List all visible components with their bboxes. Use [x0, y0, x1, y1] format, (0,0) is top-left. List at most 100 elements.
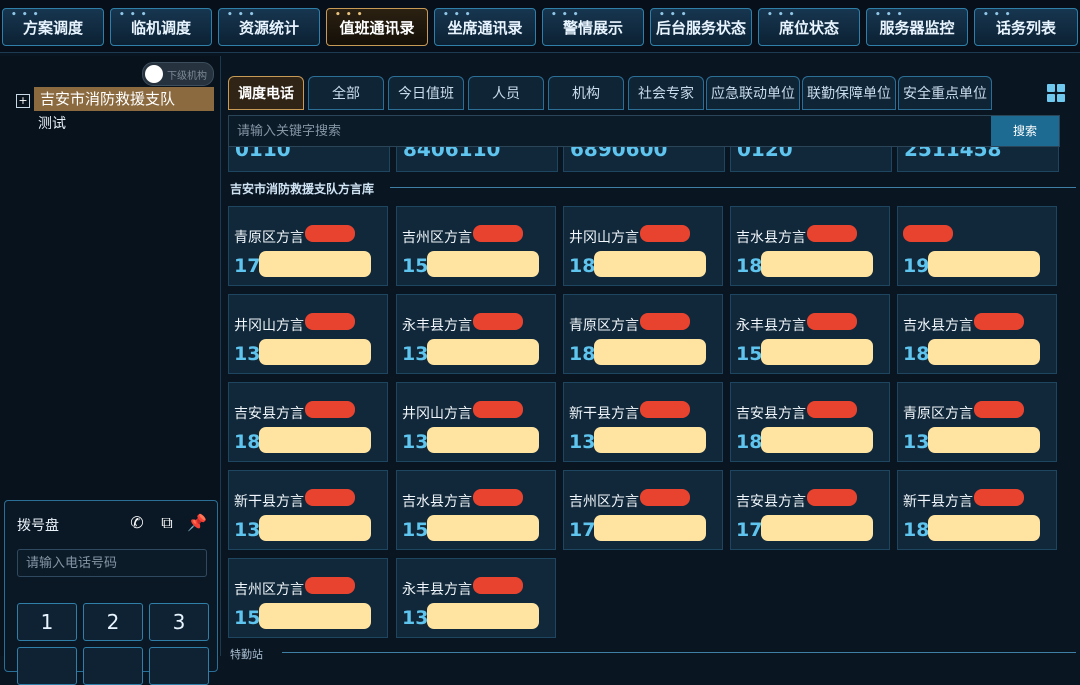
search-bar: 搜索 [228, 115, 1060, 147]
contact-card[interactable]: 吉安县方言 18 [228, 382, 388, 462]
nav-tab-ad-hoc-dispatch[interactable]: • • • 临机调度 [110, 8, 212, 46]
subtab-today-duty[interactable]: 今日值班 [388, 76, 464, 110]
subtab-experts[interactable]: 社会专家 [628, 76, 704, 110]
contact-card[interactable]: 新干县方言 137 [228, 470, 388, 550]
phone-redaction-mark [427, 603, 539, 629]
dialpad-title: 拨号盘 [17, 518, 59, 534]
key-3[interactable]: 3 [149, 603, 209, 641]
transfer-icon[interactable]: ⧉ [157, 513, 177, 533]
contact-card[interactable]: 吉安县方言 177 [730, 470, 890, 550]
key-2[interactable]: 2 [83, 603, 143, 641]
contact-card[interactable]: 新干县方言 181 [897, 470, 1057, 550]
redaction-mark [473, 577, 523, 594]
contact-card-partial[interactable]: 0110 [228, 147, 390, 172]
redaction-mark [473, 313, 523, 330]
nav-tab-duty-directory[interactable]: • • • 值班通讯录 [326, 8, 428, 46]
pin-icon[interactable]: 📌 [187, 513, 207, 533]
contact-card[interactable]: 吉州区方言 15 [228, 558, 388, 638]
phone-redaction-mark [427, 515, 539, 541]
contact-card[interactable]: 永丰县方言 13 [396, 294, 556, 374]
redaction-mark [807, 489, 857, 506]
tree-node-child[interactable]: 测试 [38, 113, 66, 133]
top-nav: • • • 方案调度 • • • 临机调度 • • • 资源统计 • • • 值班通讯录… [0, 0, 1080, 53]
contact-phone: 17 [234, 255, 261, 277]
subtab-dispatch-phone[interactable]: 调度电话 [228, 76, 304, 110]
redaction-mark [974, 313, 1024, 330]
phone-redaction-mark [427, 339, 539, 365]
contact-card-partial[interactable]: 8406110 [396, 147, 558, 172]
key-row2-1[interactable] [17, 647, 77, 685]
contact-name: 吉安县方言 [736, 494, 806, 510]
grid-view-icon[interactable] [1047, 84, 1065, 102]
call-icon[interactable]: ✆ [127, 513, 147, 533]
phone-redaction-mark [594, 339, 706, 365]
contact-name: 吉州区方言 [569, 494, 639, 510]
contact-card[interactable]: 吉安县方言 184 [730, 382, 890, 462]
contact-card[interactable]: 井冈山方言 13 [396, 382, 556, 462]
contact-card[interactable]: 井冈山方言 13 [228, 294, 388, 374]
nav-tab-plan-dispatch[interactable]: • • • 方案调度 [2, 8, 104, 46]
subtab-all[interactable]: 全部 [308, 76, 384, 110]
redaction-mark [305, 489, 355, 506]
phone-redaction-mark [259, 339, 371, 365]
sub-org-toggle[interactable]: 下级机构 [142, 62, 214, 86]
nav-tab-call-list[interactable]: • • • 话务列表 [974, 8, 1078, 46]
contact-name: 青原区方言 [234, 230, 304, 246]
redaction-mark [305, 577, 355, 594]
phone-redaction-mark [427, 251, 539, 277]
phone-redaction-mark [594, 251, 706, 277]
next-section-title: 特勤站 [230, 648, 263, 661]
contact-card-partial[interactable]: 0120 [730, 147, 892, 172]
contact-card[interactable]: 吉水县方言 150 [396, 470, 556, 550]
phone-redaction-mark [761, 339, 873, 365]
subtab-key-safety-units[interactable]: 安全重点单位 [898, 76, 992, 110]
contact-name: 井冈山方言 [402, 406, 472, 422]
subtab-support-units[interactable]: 联勤保障单位 [802, 76, 896, 110]
expand-icon[interactable]: + [16, 94, 30, 108]
contact-card[interactable]: 青原区方言 133 [897, 382, 1057, 462]
redaction-mark [807, 313, 857, 330]
phone-number-input[interactable] [17, 549, 207, 577]
contact-card[interactable]: 井冈山方言 188 [563, 206, 723, 286]
section-divider [390, 187, 1076, 188]
contact-card[interactable]: 吉州区方言 157 [396, 206, 556, 286]
nav-tab-seat-status[interactable]: • • • 席位状态 [758, 8, 860, 46]
contact-name: 永丰县方言 [402, 582, 472, 598]
contact-card[interactable]: 新干县方言 136 [563, 382, 723, 462]
redaction-mark [305, 313, 355, 330]
tree-node-root[interactable]: 吉安市消防救援支队 [34, 87, 214, 111]
search-input[interactable] [229, 116, 1007, 146]
contact-card-partial[interactable]: 2511458 [897, 147, 1059, 172]
redaction-mark [473, 489, 523, 506]
phone-redaction-mark [761, 427, 873, 453]
nav-tab-backend-status[interactable]: • • • 后台服务状态 [650, 8, 752, 46]
contact-card[interactable]: 永丰县方言 151 [730, 294, 890, 374]
contact-card[interactable]: 吉水县方言 182 [897, 294, 1057, 374]
nav-tab-alarm-display[interactable]: • • • 警情展示 [542, 8, 644, 46]
contact-name: 吉水县方言 [903, 318, 973, 334]
contact-card[interactable]: 永丰县方言 13 [396, 558, 556, 638]
phone-redaction-mark [761, 251, 873, 277]
nav-tab-resource-stats[interactable]: • • • 资源统计 [218, 8, 320, 46]
subtab-personnel[interactable]: 人员 [468, 76, 544, 110]
contact-name: 青原区方言 [903, 406, 973, 422]
key-row2-2[interactable] [83, 647, 143, 685]
search-button[interactable]: 搜索 [991, 116, 1059, 146]
phone-redaction-mark [928, 515, 1040, 541]
redaction-mark [974, 401, 1024, 418]
phone-redaction-mark [928, 427, 1040, 453]
redaction-mark [473, 225, 523, 242]
contact-card[interactable]: 199 [897, 206, 1057, 286]
contact-card[interactable]: 青原区方言 17 [228, 206, 388, 286]
contact-card[interactable]: 青原区方言 182 [563, 294, 723, 374]
contact-card[interactable]: 吉水县方言 183 [730, 206, 890, 286]
subtab-emergency-units[interactable]: 应急联动单位 [706, 76, 800, 110]
contact-card[interactable]: 吉州区方言 176 [563, 470, 723, 550]
nav-tab-server-monitor[interactable]: • • • 服务器监控 [866, 8, 968, 46]
nav-tab-seat-directory[interactable]: • • • 坐席通讯录 [434, 8, 536, 46]
subtab-organization[interactable]: 机构 [548, 76, 624, 110]
contact-card-partial[interactable]: 6890600 [563, 147, 725, 172]
key-row2-3[interactable] [149, 647, 209, 685]
key-1[interactable]: 1 [17, 603, 77, 641]
contact-name: 新干县方言 [569, 406, 639, 422]
